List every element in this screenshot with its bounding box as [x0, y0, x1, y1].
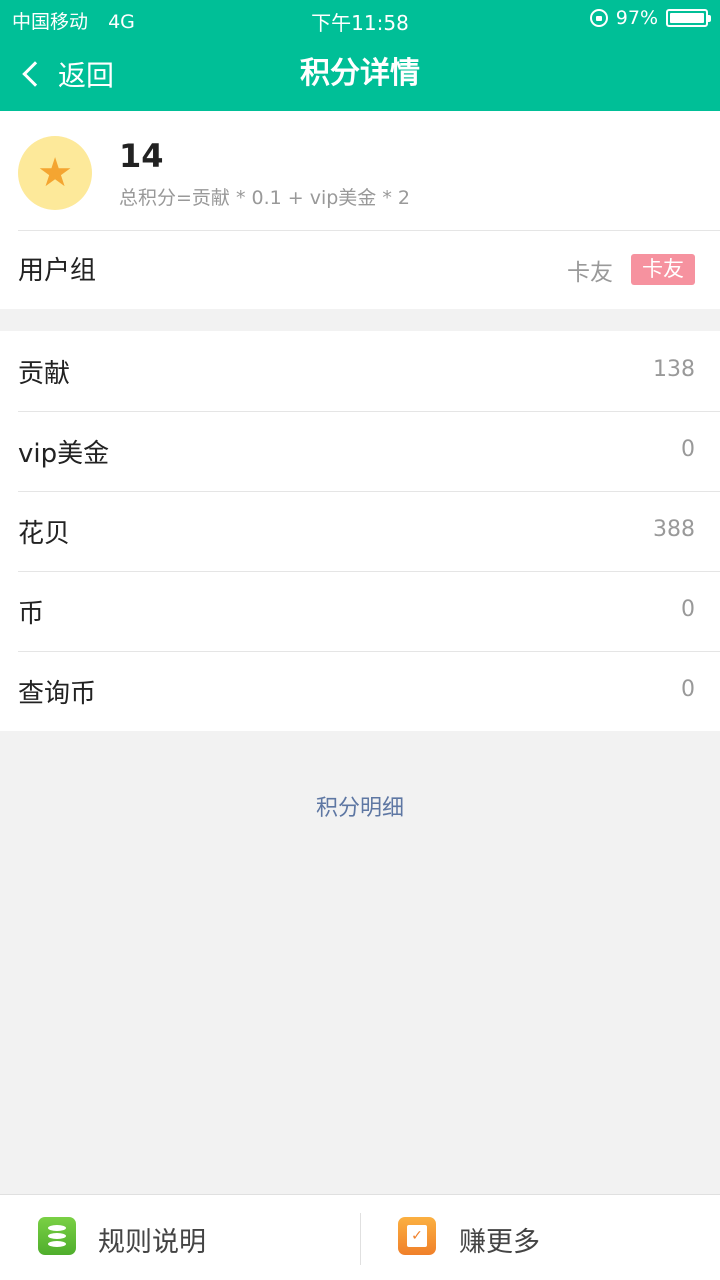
status-bar: 中国移动 4G 下午11:58 97%	[0, 0, 720, 36]
list-item-value: 388	[653, 517, 695, 542]
list-item-value: 138	[653, 357, 695, 382]
earn-more-button[interactable]: ✓ 赚更多	[361, 1195, 720, 1280]
star-icon: ★	[37, 150, 73, 196]
rules-button[interactable]: 规则说明	[0, 1195, 360, 1280]
page-title: 积分详情	[300, 56, 420, 91]
list-item-vip-dollars: vip美金 0	[0, 411, 720, 491]
list-item-label: 币	[18, 599, 45, 629]
list-item-value: 0	[681, 597, 695, 622]
app-header: 中国移动 4G 下午11:58 97% 返回 积分详情	[0, 0, 720, 111]
list-item-value: 0	[681, 677, 695, 702]
battery-icon	[666, 9, 711, 27]
list-item-label: 花贝	[18, 519, 71, 549]
list-item-huabei: 花贝 388	[0, 491, 720, 571]
avatar: ★	[18, 136, 92, 210]
earn-more-label: 赚更多	[459, 1227, 540, 1258]
list-item-query-coins: 查询币 0	[0, 651, 720, 731]
coins-icon	[38, 1217, 76, 1255]
battery-percent: 97%	[615, 7, 658, 29]
usergroup-label: 用户组	[18, 256, 97, 286]
clipboard-check-icon: ✓	[398, 1217, 436, 1255]
list-item-label: vip美金	[18, 439, 110, 469]
divider	[18, 230, 720, 231]
points-summary-card: ★ 14 总积分=贡献 * 0.1 + vip美金 * 2 用户组 卡友 卡友	[0, 111, 720, 309]
list-item-coins: 币 0	[0, 571, 720, 651]
list-item-value: 0	[681, 437, 695, 462]
score-formula: 总积分=贡献 * 0.1 + vip美金 * 2	[119, 187, 410, 209]
total-score: 14	[119, 137, 164, 175]
points-detail-link[interactable]: 积分明细	[0, 790, 720, 822]
usergroup-value: 卡友	[567, 260, 613, 286]
status-right-group: 97%	[589, 7, 711, 29]
bottom-toolbar: 规则说明 ✓ 赚更多	[0, 1194, 720, 1280]
usergroup-badge: 卡友	[631, 254, 695, 285]
points-list: 贡献 138 vip美金 0 花贝 388 币 0 查询币 0	[0, 331, 720, 731]
list-item-label: 贡献	[18, 359, 71, 389]
rotation-lock-icon	[589, 9, 608, 27]
rules-label: 规则说明	[98, 1227, 206, 1258]
list-item-contribution: 贡献 138	[0, 331, 720, 411]
list-item-label: 查询币	[18, 679, 97, 709]
